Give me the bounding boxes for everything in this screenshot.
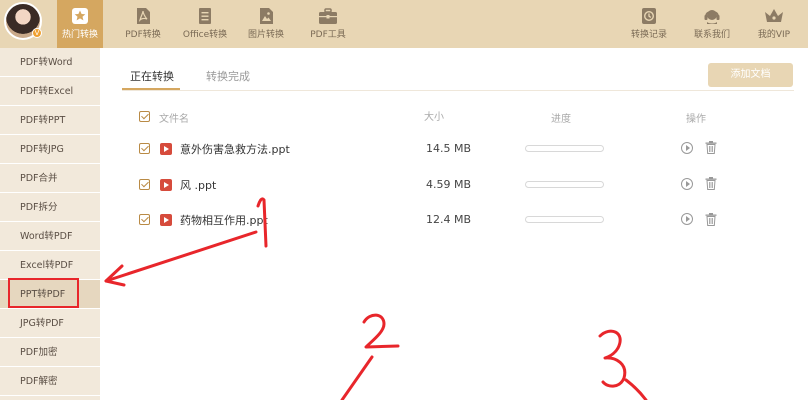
- column-header-action: 操作: [686, 114, 706, 125]
- trash-icon[interactable]: [705, 213, 717, 226]
- nav-contact-us[interactable]: 联系我们: [690, 0, 734, 48]
- sidebar-item-pdf-to-excel[interactable]: PDF转Excel: [0, 77, 100, 106]
- nav-label: 联系我们: [693, 30, 730, 40]
- nav-office-conversion[interactable]: Office转换: [180, 0, 230, 48]
- trash-icon[interactable]: [705, 177, 717, 190]
- play-icon[interactable]: [681, 178, 693, 190]
- nav-my-vip[interactable]: 我的VIP: [754, 0, 794, 48]
- tab-converting[interactable]: 正在转换: [130, 68, 174, 84]
- sidebar-item-pdf-split[interactable]: PDF拆分: [0, 193, 100, 222]
- column-header-size: 大小: [424, 112, 444, 123]
- sidebar-item-pdf-to-jpg[interactable]: PDF转JPG: [0, 135, 100, 164]
- sidebar-item-pdf-to-word[interactable]: PDF转Word: [0, 48, 100, 77]
- star-icon: [72, 8, 88, 24]
- column-header-progress: 进度: [551, 114, 571, 125]
- nav-pdf-conversion[interactable]: PDF转换: [118, 0, 168, 48]
- play-icon[interactable]: [681, 213, 693, 225]
- toolbox-icon: [319, 8, 337, 24]
- top-toolbar: V 热门转换 PDF转换 Office转换 图片转换 PDF工具 转换记录 联系…: [0, 0, 808, 48]
- crown-icon: [765, 9, 783, 22]
- annotation-number-2: [362, 313, 400, 349]
- nav-label: 图片转换: [247, 30, 284, 40]
- select-all-checkbox[interactable]: [139, 111, 150, 122]
- ppt-file-icon: [160, 143, 172, 155]
- progress-bar: [525, 181, 604, 188]
- nav-label: 转换记录: [630, 30, 667, 40]
- nav-label: PDF转换: [125, 30, 161, 40]
- progress-bar: [525, 145, 604, 152]
- vip-badge-icon: V: [32, 28, 42, 38]
- annotation-highlight-box: [8, 278, 79, 308]
- file-size: 14.5 MB: [426, 142, 472, 155]
- play-icon[interactable]: [681, 142, 693, 154]
- nav-image-conversion[interactable]: 图片转换: [243, 0, 289, 48]
- nav-label: Office转换: [182, 30, 228, 40]
- row-checkbox[interactable]: [139, 143, 150, 154]
- sidebar-item-excel-to-pdf[interactable]: Excel转PDF: [0, 251, 100, 280]
- nav-label: 热门转换: [61, 30, 98, 40]
- ppt-file-icon: [160, 214, 172, 226]
- nav-conversion-history[interactable]: 转换记录: [626, 0, 672, 48]
- sidebar-item-jpg-to-pdf[interactable]: JPG转PDF: [0, 309, 100, 338]
- sidebar-item-pdf-encrypt[interactable]: PDF加密: [0, 338, 100, 367]
- row-checkbox[interactable]: [139, 214, 150, 225]
- image-icon: [260, 8, 273, 24]
- annotation-arrow: [104, 230, 258, 287]
- row-checkbox[interactable]: [139, 179, 150, 190]
- annotation-stroke: [340, 355, 374, 400]
- nav-hot-conversion[interactable]: 热门转换: [57, 0, 103, 48]
- ppt-file-icon: [160, 179, 172, 191]
- annotation-stroke: [624, 378, 648, 400]
- trash-icon[interactable]: [705, 141, 717, 154]
- file-name: 意外伤害急救方法.ppt: [180, 143, 290, 156]
- add-document-button[interactable]: 添加文档: [708, 63, 793, 87]
- nav-label: 我的VIP: [757, 30, 791, 40]
- headset-icon: [704, 10, 720, 24]
- annotation-number-3: [598, 329, 627, 388]
- file-name: 药物相互作用.ppt: [180, 214, 268, 227]
- annotation-overlay: [104, 197, 648, 400]
- sidebar-item-pdf-to-ppt[interactable]: PDF转PPT: [0, 106, 100, 135]
- nav-label: PDF工具: [310, 30, 346, 40]
- file-name: 风 .ppt: [180, 179, 217, 192]
- clock-icon: [642, 8, 656, 24]
- tab-divider: [122, 90, 794, 91]
- progress-bar: [525, 216, 604, 223]
- sidebar-item-pdf-merge[interactable]: PDF合并: [0, 164, 100, 193]
- sidebar-item-word-to-pdf[interactable]: Word转PDF: [0, 222, 100, 251]
- column-header-filename: 文件名: [159, 114, 189, 125]
- pdf-icon: [137, 8, 150, 24]
- document-icon: [199, 8, 211, 24]
- file-size: 4.59 MB: [426, 178, 472, 191]
- file-size: 12.4 MB: [426, 213, 472, 226]
- tab-completed[interactable]: 转换完成: [206, 68, 250, 84]
- nav-pdf-tools[interactable]: PDF工具: [304, 0, 352, 48]
- sidebar-item-pdf-decrypt[interactable]: PDF解密: [0, 367, 100, 396]
